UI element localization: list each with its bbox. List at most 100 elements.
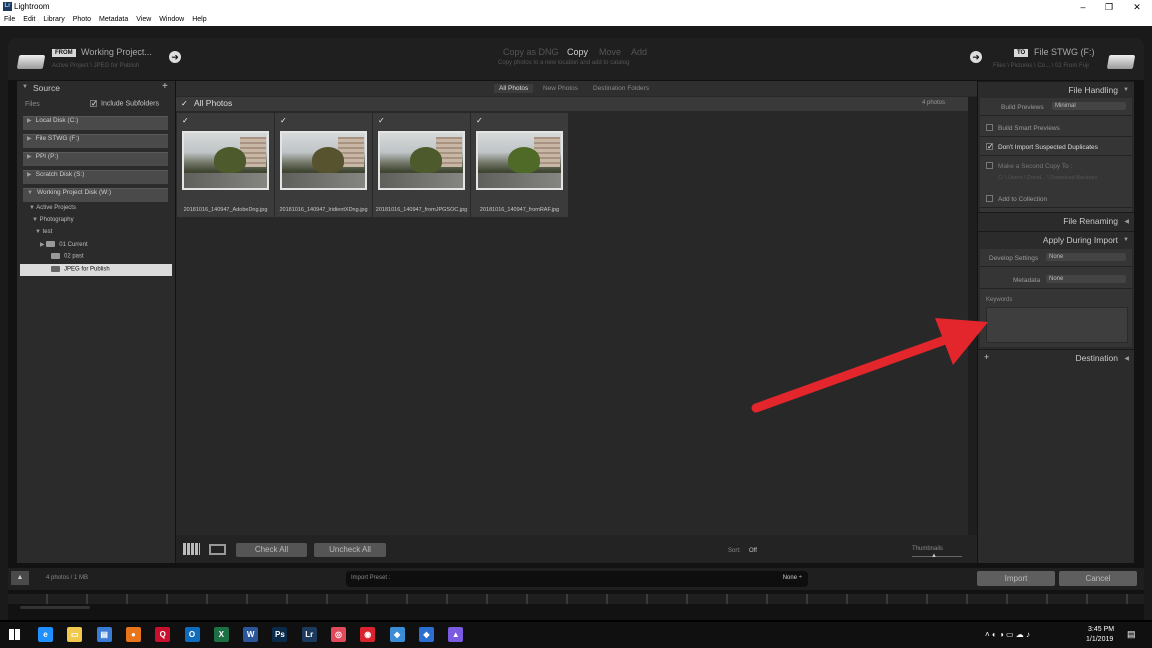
volume-file-stwg[interactable]: ▶ File STWG (F:) (23, 134, 168, 148)
maximize-button[interactable]: ❐ (1102, 1, 1116, 13)
quicken-icon[interactable]: Q (155, 627, 171, 642)
notifications-icon[interactable]: ▤ (1127, 629, 1136, 640)
mode-copy[interactable]: Copy (567, 47, 588, 57)
file-renaming-header[interactable]: File Renaming ◀ (978, 212, 1134, 230)
grid-view-icon[interactable] (183, 543, 200, 555)
cancel-button[interactable]: Cancel (1059, 571, 1137, 586)
destination-header[interactable]: + Destination ◀ (978, 349, 1134, 367)
second-copy-row[interactable]: Make a Second Copy To : C: \ Users \ Dav… (980, 158, 1132, 188)
to-destination[interactable]: File STWG (F:) (1034, 47, 1095, 57)
photo-cell[interactable]: ✓ 20181016_140947_IridientXDng.jpg (275, 113, 372, 217)
import-preset-select[interactable]: None ÷ (783, 575, 802, 581)
expand-up-icon[interactable]: ▲ (11, 571, 29, 585)
metadata-row: Metadata None (980, 271, 1132, 289)
volume-working-project[interactable]: ▼ Working Project Disk (W:) (23, 188, 168, 202)
import-preset-bar[interactable]: Import Preset : None ÷ (346, 571, 808, 587)
apply-during-import-header[interactable]: Apply During Import ▼ (978, 231, 1134, 249)
import-header: FROM Working Project... Active Project \… (8, 38, 1144, 80)
photo-cell[interactable]: ✓ 20181016_140947_fromRAF.jpg (471, 113, 568, 217)
mode-copy-as-dng[interactable]: Copy as DNG (503, 47, 559, 57)
import-button[interactable]: Import (977, 571, 1055, 586)
dont-import-duplicates-row[interactable]: ✓ Don't Import Suspected Duplicates (980, 138, 1132, 156)
menu-window[interactable]: Window (155, 14, 188, 26)
tree-jpeg-for-publish[interactable]: JPEG for Publish (20, 264, 172, 276)
excel-icon[interactable]: X (213, 627, 229, 642)
minimize-button[interactable]: ‒ (1076, 1, 1090, 13)
keywords-input[interactable] (986, 307, 1128, 343)
sort-select[interactable]: Off (749, 548, 757, 554)
volume-local-disk[interactable]: ▶ Local Disk (C:) (23, 116, 168, 130)
volume-label: Scratch Disk (S:) (35, 171, 85, 178)
build-previews-select[interactable]: Minimal (1052, 102, 1126, 110)
close-button[interactable]: ✕ (1130, 1, 1144, 13)
photo-thumbnail[interactable] (280, 131, 367, 190)
file-handling-header[interactable]: File Handling ▼ (978, 81, 1134, 99)
file-explorer-icon[interactable]: ▭ (67, 627, 83, 642)
menu-edit[interactable]: Edit (19, 14, 39, 26)
metadata-select[interactable]: None (1046, 275, 1126, 283)
mode-move[interactable]: Move (599, 47, 621, 57)
checkbox-icon[interactable] (986, 195, 993, 202)
tab-all-photos[interactable]: All Photos (494, 84, 534, 93)
photo-cell[interactable]: ✓ 20181016_140947_AdobeDng.jpg (177, 113, 274, 217)
word-icon[interactable]: W (243, 627, 259, 642)
check-all-icon[interactable]: ✓ (181, 100, 188, 108)
menu-help[interactable]: Help (188, 14, 210, 26)
checkbox-icon[interactable] (986, 162, 993, 169)
photo-cell[interactable]: ✓ 20181016_140947_fromJPGSOC.jpg (373, 113, 470, 217)
tree-01-current[interactable]: ▶ 01 Current (40, 241, 88, 253)
app-icon-4[interactable]: ◆ (418, 627, 434, 642)
photo-thumbnail[interactable] (378, 131, 465, 190)
volume-scratch-disk[interactable]: ▶ Scratch Disk (S:) (23, 170, 168, 184)
check-all-button[interactable]: Check All (236, 543, 307, 557)
menu-file[interactable]: File (0, 14, 19, 26)
tree-active-projects[interactable]: ▼ Active Projects (29, 205, 76, 217)
photo-checkbox-icon[interactable]: ✓ (378, 117, 385, 125)
tab-destination-folders[interactable]: Destination Folders (588, 84, 654, 93)
lightroom-icon[interactable]: Lr (301, 627, 317, 642)
checkbox-icon[interactable]: ✓ (986, 143, 994, 151)
include-subfolders-checkbox[interactable]: ✓ Include Subfolders (90, 100, 159, 108)
tree-photography[interactable]: ▼ Photography (32, 217, 74, 229)
firefox-icon[interactable]: ● (125, 627, 141, 642)
app-icon-3[interactable]: ◆ (389, 627, 405, 642)
clock-time[interactable]: 3:45 PM (1088, 626, 1114, 633)
volume-ppi[interactable]: ▶ PPI (P:) (23, 152, 168, 166)
affinity-icon[interactable]: ▲ (448, 627, 464, 642)
tab-new-photos[interactable]: New Photos (538, 84, 583, 93)
uncheck-all-button[interactable]: Uncheck All (314, 543, 386, 557)
thumbnail-size-slider[interactable] (912, 556, 962, 557)
menu-library[interactable]: Library (39, 14, 68, 26)
edge-icon[interactable]: e (38, 627, 53, 642)
menu-view[interactable]: View (132, 14, 155, 26)
build-smart-previews-row[interactable]: Build Smart Previews (980, 119, 1132, 137)
filmstrip-scrollbar[interactable] (20, 606, 90, 609)
menu-photo[interactable]: Photo (69, 14, 95, 26)
store-icon[interactable]: ▤ (96, 627, 112, 642)
checkbox-icon[interactable] (986, 124, 993, 131)
outlook-icon[interactable]: O (184, 627, 200, 642)
clock-date[interactable]: 1/1/2019 (1086, 636, 1113, 643)
photo-checkbox-icon[interactable]: ✓ (182, 117, 189, 125)
app-icon-1[interactable]: ◎ (331, 627, 346, 642)
mode-add[interactable]: Add (631, 47, 647, 57)
develop-settings-label: Develop Settings (989, 255, 1039, 262)
menu-metadata[interactable]: Metadata (95, 14, 132, 26)
photo-thumbnail[interactable] (182, 131, 269, 190)
photo-checkbox-icon[interactable]: ✓ (476, 117, 483, 125)
grid-tabs-bar: All Photos New Photos Destination Folder… (176, 81, 977, 96)
develop-settings-select[interactable]: None (1046, 253, 1126, 261)
add-source-icon[interactable]: + (162, 81, 168, 92)
slider-handle-icon[interactable]: ▲ (931, 553, 937, 559)
photo-checkbox-icon[interactable]: ✓ (280, 117, 287, 125)
add-to-collection-row[interactable]: Add to Collection (980, 190, 1132, 208)
tree-test[interactable]: ▼ test (35, 229, 52, 241)
source-header[interactable]: ▼ Source + (17, 81, 175, 95)
photo-thumbnail[interactable] (476, 131, 563, 190)
app-icon-2[interactable]: ◉ (360, 627, 376, 642)
windows-start-icon[interactable] (9, 629, 20, 640)
photoshop-icon[interactable]: Ps (272, 627, 288, 642)
from-source[interactable]: Working Project... (81, 47, 152, 57)
tray-icons[interactable]: ˄ ◐ ◑ ▭ ☁ ♪ (985, 630, 1030, 639)
loupe-view-icon[interactable] (209, 544, 226, 555)
